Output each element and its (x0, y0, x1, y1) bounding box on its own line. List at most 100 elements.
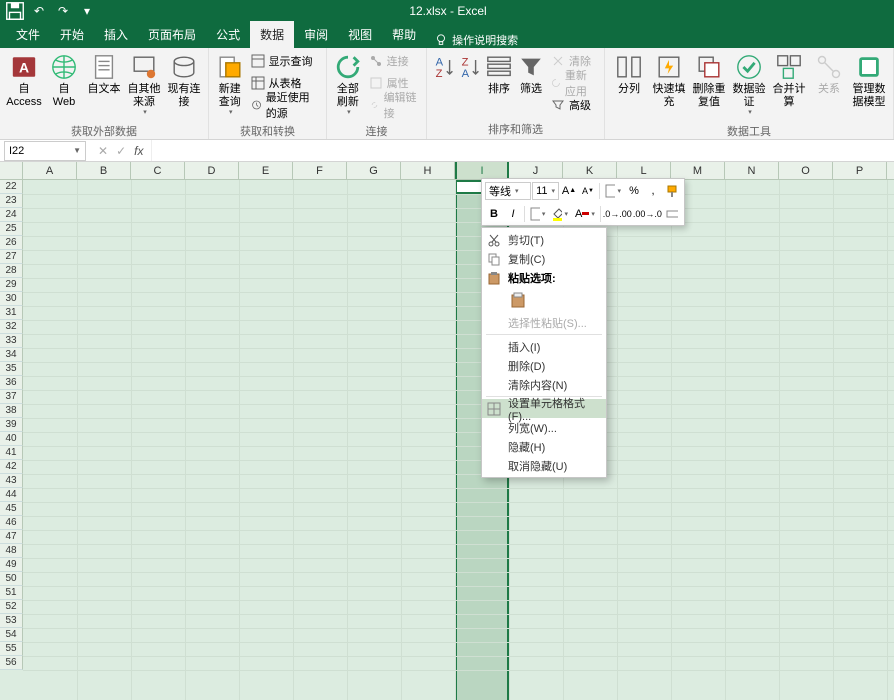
row-header[interactable]: 51 (0, 586, 23, 600)
row-header[interactable]: 35 (0, 362, 23, 376)
row-header[interactable]: 30 (0, 292, 23, 306)
decrease-decimal-button[interactable]: .00→.0 (633, 204, 662, 224)
column-header-E[interactable]: E (239, 162, 293, 179)
column-header-F[interactable]: F (293, 162, 347, 179)
undo-button[interactable]: ↶ (28, 1, 50, 21)
merge-center-button[interactable] (663, 204, 681, 224)
row-header[interactable]: 22 (0, 180, 23, 194)
row-header[interactable]: 38 (0, 404, 23, 418)
row-header[interactable]: 43 (0, 474, 23, 488)
column-header-I[interactable]: I (455, 162, 509, 179)
enter-formula-button[interactable]: ✓ (116, 144, 126, 158)
row-header[interactable]: 45 (0, 502, 23, 516)
column-header-C[interactable]: C (131, 162, 185, 179)
tab-insert[interactable]: 插入 (94, 21, 138, 48)
refresh-all-button[interactable]: 全部刷新▾ (331, 50, 365, 121)
sort-asc-button[interactable]: AZ (431, 50, 457, 86)
row-header[interactable]: 53 (0, 614, 23, 628)
row-header[interactable]: 46 (0, 516, 23, 530)
ctx-column-width[interactable]: 列宽(W)... (482, 418, 606, 437)
row-header[interactable]: 24 (0, 208, 23, 222)
ctx-insert[interactable]: 插入(I) (482, 337, 606, 356)
font-color-button[interactable]: A▾ (572, 204, 598, 224)
ctx-cut[interactable]: 剪切(T) (482, 230, 606, 249)
font-name-combo[interactable]: 等线▾ (485, 182, 531, 200)
row-header[interactable]: 28 (0, 264, 23, 278)
row-header[interactable]: 42 (0, 460, 23, 474)
row-header[interactable]: 54 (0, 628, 23, 642)
tab-review[interactable]: 审阅 (294, 21, 338, 48)
row-header[interactable]: 56 (0, 656, 23, 670)
row-header[interactable]: 37 (0, 390, 23, 404)
tab-pagelayout[interactable]: 页面布局 (138, 21, 206, 48)
row-header[interactable]: 52 (0, 600, 23, 614)
row-header[interactable]: 36 (0, 376, 23, 390)
existing-connections-button[interactable]: 现有连接 (164, 50, 204, 112)
formula-input[interactable] (151, 140, 894, 161)
cancel-formula-button[interactable]: ✕ (98, 144, 108, 158)
ctx-clear-contents[interactable]: 清除内容(N) (482, 375, 606, 394)
from-access-button[interactable]: A 自 Access (4, 50, 44, 112)
data-validation-button[interactable]: 数据验证▾ (729, 50, 769, 121)
italic-button[interactable]: I (504, 204, 522, 224)
accounting-format-button[interactable]: ▾ (602, 181, 624, 201)
tab-data[interactable]: 数据 (250, 21, 294, 48)
ctx-unhide[interactable]: 取消隐藏(U) (482, 456, 606, 475)
save-button[interactable] (4, 1, 26, 21)
row-header[interactable]: 44 (0, 488, 23, 502)
name-box[interactable]: I22 ▼ (4, 141, 86, 161)
comma-button[interactable]: , (644, 181, 662, 201)
tell-me-search[interactable]: 操作说明搜索 (426, 32, 526, 48)
row-header[interactable]: 41 (0, 446, 23, 460)
row-header[interactable]: 33 (0, 334, 23, 348)
from-web-button[interactable]: 自 Web (44, 50, 84, 112)
fx-button[interactable]: fx (134, 144, 143, 158)
fill-color-button[interactable]: ▾ (549, 204, 571, 224)
manage-data-model-button[interactable]: 管理数据模型 (849, 50, 889, 112)
column-header-P[interactable]: P (833, 162, 887, 179)
bold-button[interactable]: B (485, 204, 503, 224)
flash-fill-button[interactable]: 快速填充 (649, 50, 689, 112)
column-header-O[interactable]: O (779, 162, 833, 179)
font-size-combo[interactable]: 11▾ (532, 182, 559, 200)
tab-home[interactable]: 开始 (50, 21, 94, 48)
row-header[interactable]: 47 (0, 530, 23, 544)
column-header-D[interactable]: D (185, 162, 239, 179)
row-header[interactable]: 27 (0, 250, 23, 264)
increase-decimal-button[interactable]: .0→.00 (603, 204, 632, 224)
text-to-columns-button[interactable]: 分列 (609, 50, 649, 99)
column-header-H[interactable]: H (401, 162, 455, 179)
row-header[interactable]: 39 (0, 418, 23, 432)
column-header-L[interactable]: L (617, 162, 671, 179)
row-header[interactable]: 26 (0, 236, 23, 250)
column-header-G[interactable]: G (347, 162, 401, 179)
row-header[interactable]: 50 (0, 572, 23, 586)
paste-option-default[interactable] (508, 289, 530, 311)
format-painter-button[interactable] (663, 181, 681, 201)
ctx-format-cells[interactable]: 设置单元格格式(F)... (482, 399, 606, 418)
redo-button[interactable]: ↷ (52, 1, 74, 21)
connections-button[interactable]: 连接 (365, 50, 422, 72)
decrease-font-button[interactable]: A▼ (579, 181, 597, 201)
show-queries-button[interactable]: 显示查询 (247, 50, 323, 72)
new-query-button[interactable]: 新建查询▾ (213, 50, 247, 121)
column-header-A[interactable]: A (23, 162, 77, 179)
from-other-sources-button[interactable]: 自其他来源▾ (124, 50, 164, 121)
column-header-K[interactable]: K (563, 162, 617, 179)
column-header-M[interactable]: M (671, 162, 725, 179)
ctx-hide[interactable]: 隐藏(H) (482, 437, 606, 456)
increase-font-button[interactable]: A▲ (560, 181, 578, 201)
advanced-filter-button[interactable]: 高级 (547, 94, 600, 116)
tab-view[interactable]: 视图 (338, 21, 382, 48)
row-header[interactable]: 48 (0, 544, 23, 558)
column-header-B[interactable]: B (77, 162, 131, 179)
sort-button[interactable]: 排序 (483, 50, 515, 99)
qat-customize[interactable]: ▾ (76, 1, 98, 21)
border-button[interactable]: ▾ (527, 204, 549, 224)
from-text-button[interactable]: 自文本 (84, 50, 124, 99)
row-header[interactable]: 29 (0, 278, 23, 292)
select-all-corner[interactable] (0, 162, 23, 179)
row-header[interactable]: 55 (0, 642, 23, 656)
tab-help[interactable]: 帮助 (382, 21, 426, 48)
column-header-N[interactable]: N (725, 162, 779, 179)
